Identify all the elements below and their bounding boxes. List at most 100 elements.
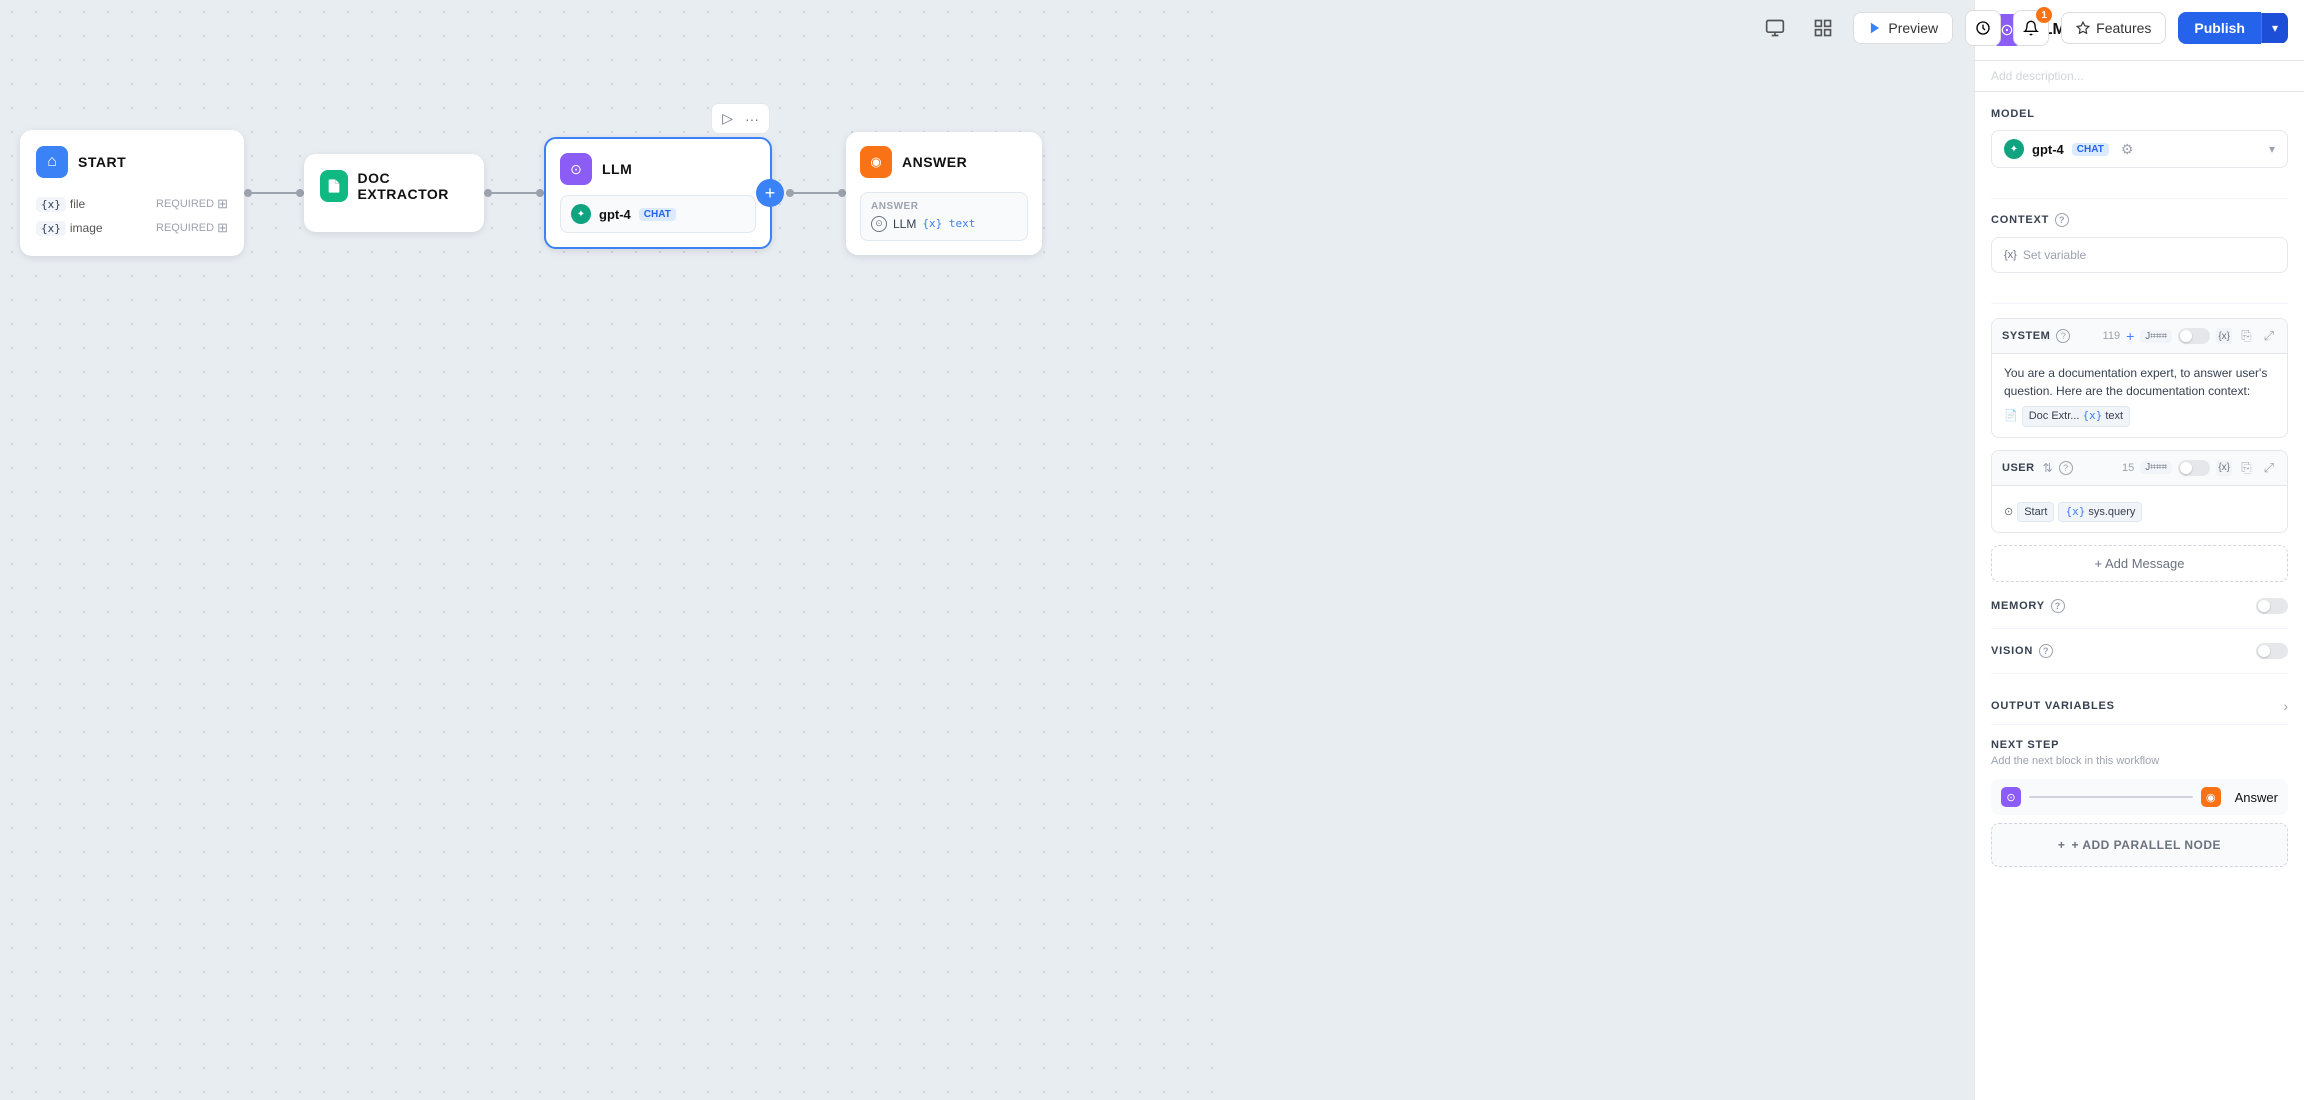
memory-label: MEMORY ? bbox=[1991, 599, 2065, 613]
user-role-icon: ⇅ bbox=[2043, 461, 2053, 475]
model-name-text: gpt-4 bbox=[2032, 142, 2064, 157]
user-help-icon[interactable]: ? bbox=[2059, 461, 2073, 475]
add-parallel-icon: + bbox=[2058, 838, 2066, 852]
model-selector[interactable]: ✦ gpt-4 CHAT ⚙ ▾ bbox=[1991, 130, 2288, 168]
system-message-header: SYSTEM ? 119 + J⌗⌗⌗ {x} ⎘ ⤢ bbox=[1992, 319, 2287, 354]
user-var-icon[interactable]: {x} bbox=[2216, 460, 2232, 476]
start-image-row: {x} image REQUIRED ⊞ bbox=[36, 216, 228, 240]
notification-button[interactable]: 1 bbox=[2013, 10, 2049, 46]
model-label: MODEL bbox=[1991, 108, 2288, 120]
publish-main-button[interactable]: Publish bbox=[2178, 12, 2261, 44]
output-chevron-icon: › bbox=[2283, 698, 2288, 714]
llm-node-toolbar: ▷ ··· bbox=[711, 103, 770, 134]
llm-node-header: ⊙ LLM bbox=[560, 153, 756, 185]
llm-node[interactable]: ▷ ··· ⊙ LLM ✦ gpt-4 CHAT + bbox=[544, 137, 772, 249]
add-message-button[interactable]: + Add Message bbox=[1991, 545, 2288, 582]
user-expand-button[interactable]: ⤢ bbox=[2261, 459, 2277, 477]
llm-title: LLM bbox=[602, 161, 632, 177]
model-settings-icon[interactable]: ⚙ bbox=[2121, 141, 2134, 158]
user-message-header: USER ⇅ ? 15 J⌗⌗⌗ {x} ⎘ ⤢ bbox=[1992, 451, 2287, 486]
user-jinja-toggle[interactable] bbox=[2178, 460, 2210, 476]
answer-inner-label: ANSWER bbox=[871, 201, 1017, 212]
start-icon: ⌂ bbox=[36, 146, 68, 178]
memory-help-icon[interactable]: ? bbox=[2051, 599, 2065, 613]
gpt-icon: ✦ bbox=[571, 204, 591, 224]
next-step-connector-line bbox=[2029, 796, 2193, 798]
start-node-header: ⌂ START bbox=[36, 146, 228, 178]
doc-extractor-title: DOC EXTRACTOR bbox=[358, 170, 468, 202]
timer-button[interactable] bbox=[1965, 10, 2001, 46]
grid-icon[interactable] bbox=[1805, 10, 1841, 46]
doc-extractor-node[interactable]: DOC EXTRACTOR bbox=[304, 154, 484, 232]
panel-description[interactable]: Add description... bbox=[1975, 61, 2304, 92]
topbar: Preview 1 Features Publish ▾ bbox=[1741, 0, 2304, 56]
output-variables-section[interactable]: OUTPUT VARIABLES › bbox=[1991, 688, 2288, 725]
answer-from-label: LLM bbox=[893, 217, 916, 231]
workflow-nodes: ⌂ START {x} file REQUIRED ⊞ {x} image bbox=[20, 130, 1042, 256]
next-step-node-row: ⊙ ◉ Answer bbox=[1991, 779, 2288, 815]
features-button[interactable]: Features bbox=[2061, 12, 2166, 44]
connector-3 bbox=[786, 192, 846, 194]
system-copy-button[interactable]: ⎘ bbox=[2238, 327, 2254, 345]
memory-section: MEMORY ? bbox=[1991, 598, 2288, 629]
system-expand-button[interactable]: ⤢ bbox=[2261, 327, 2277, 345]
next-step-answer-icon: ◉ bbox=[2201, 787, 2221, 807]
system-char-count: 119 bbox=[2103, 330, 2121, 342]
publish-button-group: Publish ▾ bbox=[2178, 12, 2288, 44]
system-message-body: You are a documentation expert, to answe… bbox=[1992, 354, 2287, 437]
output-variables-label: OUTPUT VARIABLES bbox=[1991, 700, 2115, 712]
llm-more-btn[interactable]: ··· bbox=[743, 108, 761, 129]
context-section: CONTEXT ? {x} Set variable bbox=[1991, 213, 2288, 304]
answer-node[interactable]: ◉ ANSWER ANSWER ⊙ LLM {x} text bbox=[846, 132, 1042, 255]
doc-extractor-header: DOC EXTRACTOR bbox=[320, 170, 468, 202]
user-ref-chip: Start bbox=[2017, 502, 2054, 523]
llm-play-btn[interactable]: ▷ bbox=[720, 108, 735, 129]
right-panel: ⊙ LLM ▷ ⊟ ··· ✕ Add description... MODEL… bbox=[1974, 0, 2304, 1100]
file-required-icon: ⊞ bbox=[217, 196, 228, 212]
next-step-llm-icon: ⊙ bbox=[2001, 787, 2021, 807]
next-step-section: NEXT STEP Add the next block in this wor… bbox=[1991, 739, 2288, 867]
vision-toggle[interactable] bbox=[2256, 643, 2288, 659]
preview-button[interactable]: Preview bbox=[1853, 12, 1953, 44]
system-role-label: SYSTEM bbox=[2002, 330, 2050, 342]
user-message-body: ⊙ Start {x} sys.query bbox=[1992, 486, 2287, 533]
system-var-icon[interactable]: {x} bbox=[2216, 328, 2232, 344]
system-message-ref: 📄 Doc Extr... {x} text bbox=[2004, 406, 2275, 427]
start-file-row: {x} file REQUIRED ⊞ bbox=[36, 192, 228, 216]
llm-add-next-button[interactable]: + bbox=[756, 179, 784, 207]
add-parallel-button[interactable]: + + ADD PARALLEL NODE bbox=[1991, 823, 2288, 867]
context-label: CONTEXT ? bbox=[1991, 213, 2288, 227]
workflow-canvas: ⌂ START {x} file REQUIRED ⊞ {x} image bbox=[0, 0, 1215, 1100]
memory-toggle[interactable] bbox=[2256, 598, 2288, 614]
context-box[interactable]: {x} Set variable bbox=[1991, 237, 2288, 273]
start-title: START bbox=[78, 154, 126, 170]
system-ref-chip: Doc Extr... {x} text bbox=[2022, 406, 2130, 427]
llm-model-name: gpt-4 bbox=[599, 207, 631, 222]
answer-node-header: ◉ ANSWER bbox=[860, 146, 1028, 178]
notification-badge: 1 bbox=[2036, 7, 2052, 23]
user-message-block: USER ⇅ ? 15 J⌗⌗⌗ {x} ⎘ ⤢ ⊙ bbox=[1991, 450, 2288, 534]
publish-dropdown-button[interactable]: ▾ bbox=[2261, 13, 2288, 43]
model-chat-badge: CHAT bbox=[2072, 143, 2109, 156]
next-step-node-label: Answer bbox=[2235, 790, 2278, 805]
system-jinja-toggle[interactable] bbox=[2178, 328, 2210, 344]
system-jinja-tag: J⌗⌗⌗ bbox=[2140, 330, 2172, 343]
next-step-desc: Add the next block in this workflow bbox=[1991, 755, 2288, 767]
screen-share-icon[interactable] bbox=[1757, 10, 1793, 46]
next-step-title: NEXT STEP bbox=[1991, 739, 2288, 751]
system-message-block: SYSTEM ? 119 + J⌗⌗⌗ {x} ⎘ ⤢ You are a do… bbox=[1991, 318, 2288, 438]
llm-icon: ⊙ bbox=[560, 153, 592, 185]
user-copy-button[interactable]: ⎘ bbox=[2238, 459, 2254, 477]
vision-help-icon[interactable]: ? bbox=[2039, 644, 2053, 658]
system-help-icon[interactable]: ? bbox=[2056, 329, 2070, 343]
model-section: MODEL ✦ gpt-4 CHAT ⚙ ▾ bbox=[1991, 108, 2288, 199]
context-help-icon[interactable]: ? bbox=[2055, 213, 2069, 227]
system-add-icon[interactable]: + bbox=[2126, 328, 2134, 344]
user-role-label: USER bbox=[2002, 462, 2035, 474]
llm-chat-badge: CHAT bbox=[639, 208, 676, 221]
start-node[interactable]: ⌂ START {x} file REQUIRED ⊞ {x} image bbox=[20, 130, 244, 256]
connector-1 bbox=[244, 192, 304, 194]
answer-var-tag: {x} text bbox=[922, 217, 975, 230]
answer-icon: ◉ bbox=[860, 146, 892, 178]
user-char-count: 15 bbox=[2122, 462, 2134, 474]
